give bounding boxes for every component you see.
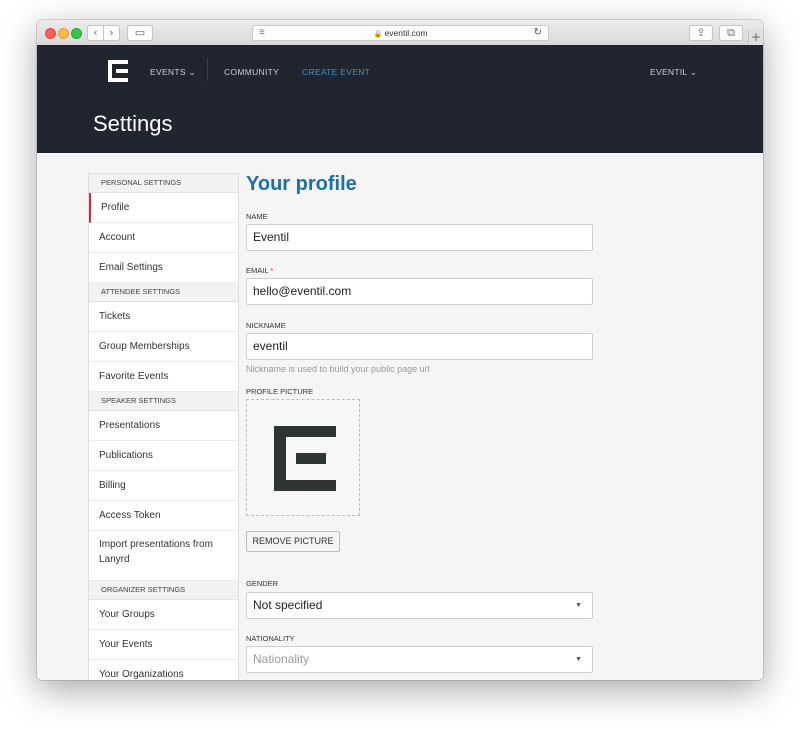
close-window-button[interactable]	[45, 28, 56, 39]
url-text: eventil.com	[384, 28, 428, 38]
sidebar-item-account[interactable]: Account	[89, 223, 238, 253]
nationality-label: NATIONALITY	[246, 634, 295, 643]
reload-icon[interactable]: ↻	[534, 26, 542, 40]
nickname-label: NICKNAME	[246, 321, 286, 330]
profile-picture-dropzone[interactable]	[246, 399, 360, 516]
profile-picture-logo-icon	[274, 426, 336, 491]
eventil-logo-icon[interactable]	[108, 60, 128, 82]
sidebar-item-presentations[interactable]: Presentations	[89, 411, 238, 441]
page-title: Settings	[93, 111, 173, 136]
gender-select[interactable]: Not specified ▼	[246, 592, 593, 619]
address-bar[interactable]: ≡ 🔒 eventil.com ↻	[252, 25, 549, 41]
email-label: EMAIL	[246, 266, 269, 275]
name-label: NAME	[246, 212, 268, 221]
sidebar-item-billing[interactable]: Billing	[89, 471, 238, 501]
sidebar-item-email-settings[interactable]: Email Settings	[89, 253, 238, 283]
nationality-select[interactable]: Nationality ▼	[246, 646, 593, 673]
sidebar-item-group-memberships[interactable]: Group Memberships	[89, 332, 238, 362]
sidebar-item-favorite-events[interactable]: Favorite Events	[89, 362, 238, 392]
share-icon[interactable]: ⇪	[689, 25, 713, 41]
browser-toolbar: ‹ › ▭ ≡ 🔒 eventil.com ↻ ⇪ ⧉ +	[37, 20, 763, 46]
required-marker: *	[270, 266, 274, 275]
sidebar-item-publications[interactable]: Publications	[89, 441, 238, 471]
lock-icon: 🔒	[373, 31, 383, 38]
section-header-attendee: ATTENDEE SETTINGS	[89, 283, 238, 302]
section-header-speaker: SPEAKER SETTINGS	[89, 392, 238, 411]
nickname-hint: Nickname is used to build your public pa…	[246, 364, 430, 374]
sidebar-item-import-lanyrd[interactable]: Import presentations from Lanyrd	[89, 531, 238, 581]
section-header-organizer: ORGANIZER SETTINGS	[89, 581, 238, 600]
nav-events-dropdown[interactable]: EVENTS ⌄	[150, 67, 196, 77]
settings-sidebar: PERSONAL SETTINGS Profile Account Email …	[88, 173, 239, 680]
sidebar-toggle-icon[interactable]: ▭	[127, 25, 153, 41]
sidebar-item-profile[interactable]: Profile	[89, 193, 238, 223]
email-field[interactable]: hello@eventil.com	[246, 278, 593, 305]
chevron-down-icon: ▼	[575, 602, 582, 609]
forward-icon[interactable]: ›	[103, 25, 120, 41]
name-field[interactable]: Eventil	[246, 224, 593, 251]
zoom-window-button[interactable]	[71, 28, 82, 39]
site-header: EVENTS ⌄ COMMUNITY CREATE EVENT EVENTIL …	[37, 45, 763, 153]
back-icon[interactable]: ‹	[87, 25, 104, 41]
section-header-personal: PERSONAL SETTINGS	[89, 174, 238, 193]
user-menu-dropdown[interactable]: EVENTIL ⌄	[650, 67, 697, 77]
nav-create-event-link[interactable]: CREATE EVENT	[302, 67, 370, 77]
browser-window: ‹ › ▭ ≡ 🔒 eventil.com ↻ ⇪ ⧉ + EVENTS ⌄ C…	[37, 20, 763, 680]
gender-label: GENDER	[246, 579, 279, 588]
gender-value: Not specified	[253, 598, 323, 612]
nav-community-link[interactable]: COMMUNITY	[224, 67, 279, 77]
remove-picture-button[interactable]: REMOVE PICTURE	[246, 531, 340, 552]
address-url: 🔒 eventil.com	[253, 26, 548, 42]
sidebar-item-your-organizations[interactable]: Your Organizations	[89, 660, 238, 680]
new-tab-icon[interactable]: +	[748, 30, 763, 45]
profile-picture-label: PROFILE PICTURE	[246, 387, 314, 396]
profile-heading: Your profile	[246, 173, 357, 195]
minimize-window-button[interactable]	[58, 28, 69, 39]
email-label-row: EMAIL *	[246, 266, 273, 275]
nickname-field[interactable]: eventil	[246, 333, 593, 360]
sidebar-item-tickets[interactable]: Tickets	[89, 302, 238, 332]
nationality-placeholder: Nationality	[253, 652, 310, 666]
sidebar-item-access-token[interactable]: Access Token	[89, 501, 238, 531]
sidebar-item-your-events[interactable]: Your Events	[89, 630, 238, 660]
tabs-overview-icon[interactable]: ⧉	[719, 25, 743, 41]
nav-divider	[207, 58, 208, 81]
sidebar-item-your-groups[interactable]: Your Groups	[89, 600, 238, 630]
chevron-down-icon: ▼	[575, 656, 582, 663]
